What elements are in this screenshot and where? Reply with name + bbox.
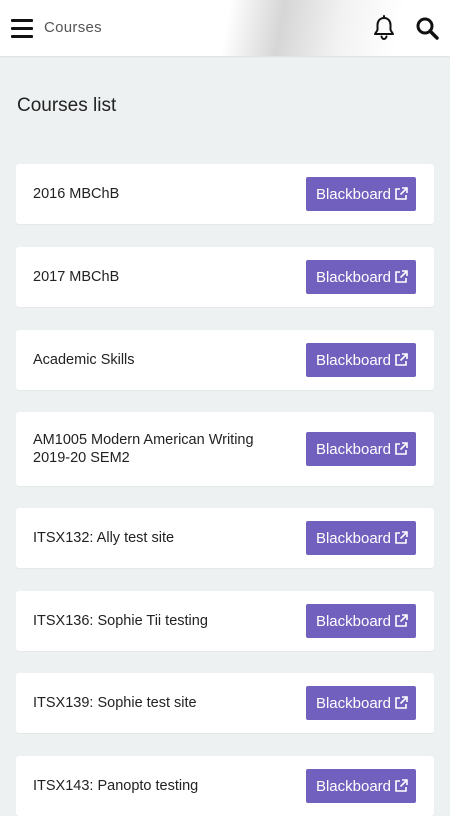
blackboard-button[interactable]: Blackboard — [306, 521, 416, 555]
course-name: ITSX136: Sophie Tii testing — [33, 613, 208, 629]
blackboard-button[interactable]: Blackboard — [306, 686, 416, 720]
external-link-icon — [395, 614, 408, 627]
blackboard-button[interactable]: Blackboard — [306, 432, 416, 466]
course-name: ITSX139: Sophie test site — [33, 695, 197, 711]
course-card: 2017 MBChB Blackboard — [16, 247, 434, 307]
blackboard-button-label: Blackboard — [315, 268, 392, 286]
page-title: Courses list — [17, 95, 117, 116]
course-name: 2017 MBChB — [33, 269, 120, 285]
external-link-icon — [395, 187, 408, 200]
course-card: ITSX143: Panopto testing Blackboard — [16, 756, 434, 816]
bell-icon[interactable] — [372, 15, 396, 41]
blackboard-button-label: Blackboard — [315, 351, 392, 369]
course-name: ITSX132: Ally test site — [33, 530, 175, 546]
hamburger-menu-icon[interactable] — [11, 18, 33, 38]
course-name: ITSX143: Panopto testing — [33, 778, 199, 794]
blackboard-button-label: Blackboard — [315, 185, 392, 203]
course-card: Academic Skills Blackboard — [16, 330, 434, 390]
external-link-icon — [395, 353, 408, 366]
blackboard-button-label: Blackboard — [315, 529, 392, 547]
blackboard-button[interactable]: Blackboard — [306, 769, 416, 803]
blackboard-button-label: Blackboard — [315, 694, 392, 712]
course-name: AM1005 Modern American Writing 2019-20 S… — [33, 432, 254, 466]
course-card: ITSX136: Sophie Tii testing Blackboard — [16, 591, 434, 651]
blackboard-button[interactable]: Blackboard — [306, 604, 416, 638]
search-icon[interactable] — [415, 16, 439, 40]
blackboard-button-label: Blackboard — [315, 612, 392, 630]
blackboard-button[interactable]: Blackboard — [306, 343, 416, 377]
external-link-icon — [395, 531, 408, 544]
blackboard-button-label: Blackboard — [315, 440, 392, 458]
course-card: ITSX132: Ally test site Blackboard — [16, 508, 434, 568]
external-link-icon — [395, 696, 408, 709]
app-bar-title: Courses — [44, 19, 102, 36]
top-app-bar: Courses — [0, 0, 450, 56]
course-card: AM1005 Modern American Writing 2019-20 S… — [16, 412, 434, 486]
course-card: ITSX139: Sophie test site Blackboard — [16, 673, 434, 733]
course-name: Academic Skills — [33, 352, 135, 368]
course-name: 2016 MBChB — [33, 186, 120, 202]
external-link-icon — [395, 442, 408, 455]
external-link-icon — [395, 779, 408, 792]
blackboard-button[interactable]: Blackboard — [306, 177, 416, 211]
blackboard-button-label: Blackboard — [315, 777, 392, 795]
blackboard-button[interactable]: Blackboard — [306, 260, 416, 294]
external-link-icon — [395, 270, 408, 283]
course-card: 2016 MBChB Blackboard — [16, 164, 434, 224]
